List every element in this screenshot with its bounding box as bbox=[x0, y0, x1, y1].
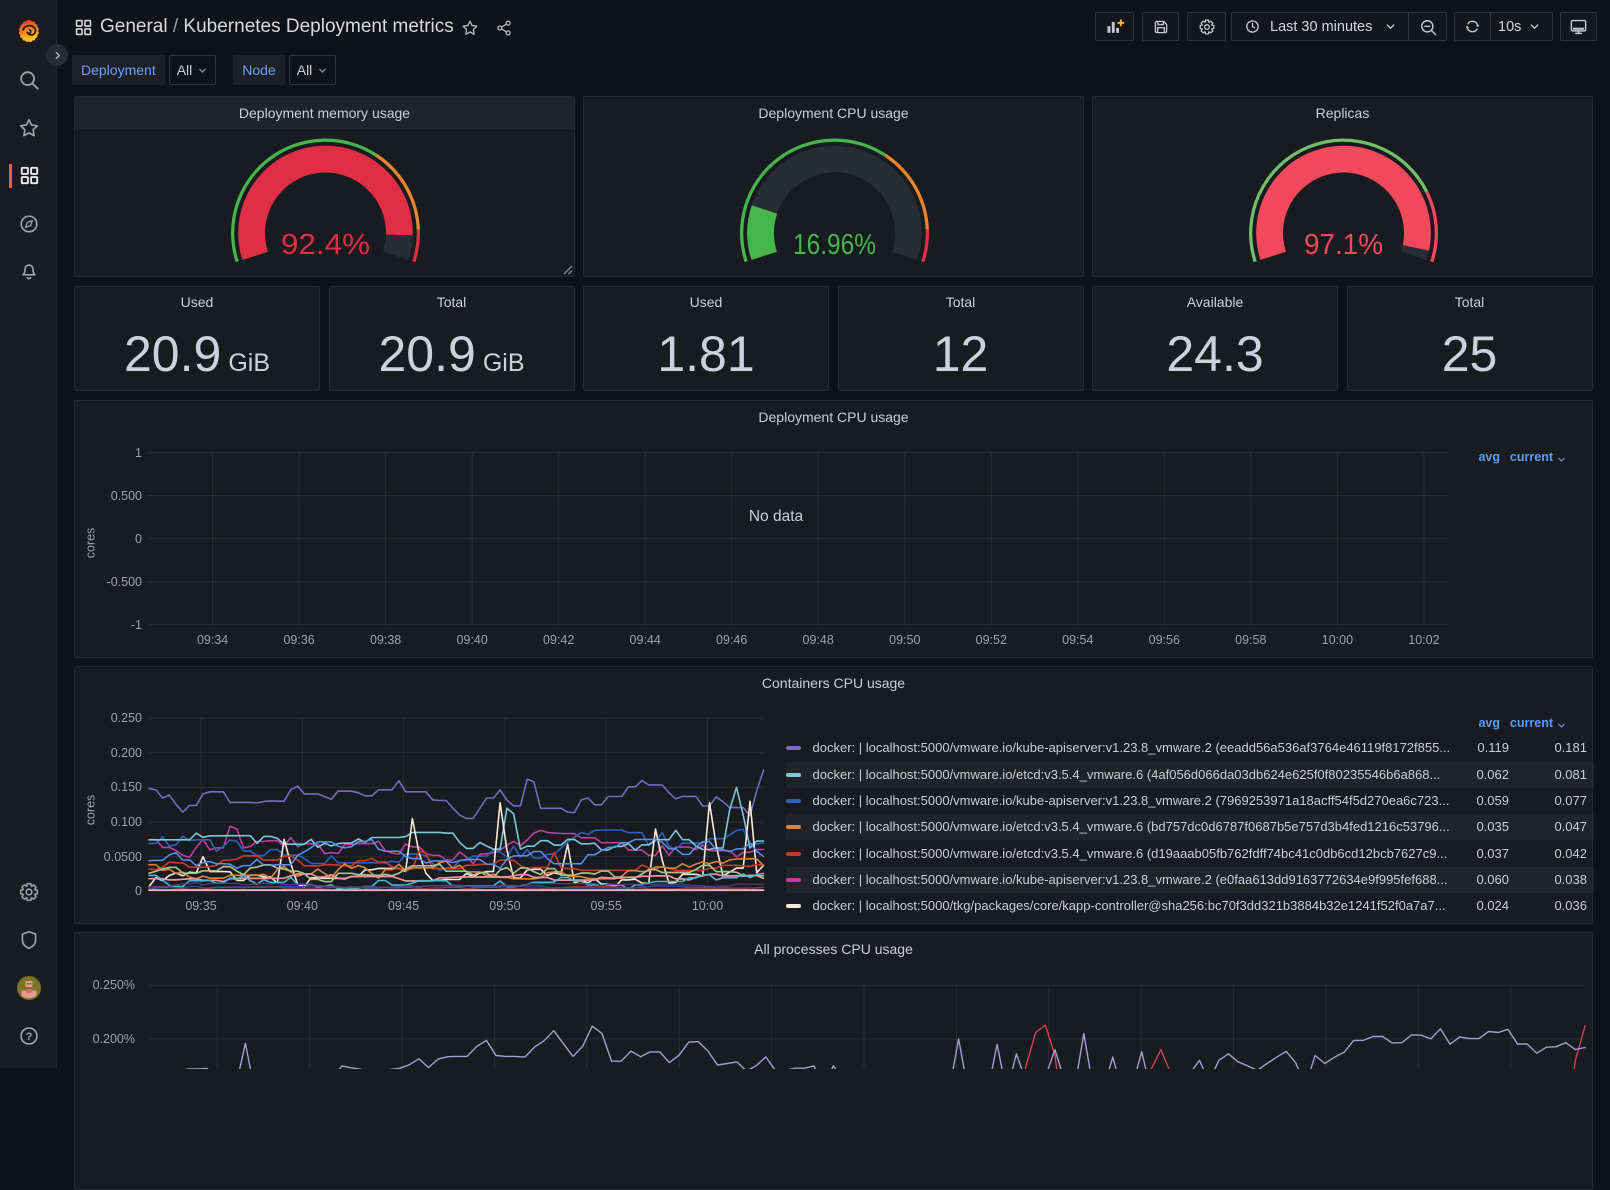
svg-text:92.4%: 92.4% bbox=[281, 229, 370, 261]
svg-text:?: ? bbox=[26, 1031, 33, 1043]
svg-text:97.1%: 97.1% bbox=[1304, 229, 1383, 261]
svg-text:16.96%: 16.96% bbox=[793, 229, 876, 261]
